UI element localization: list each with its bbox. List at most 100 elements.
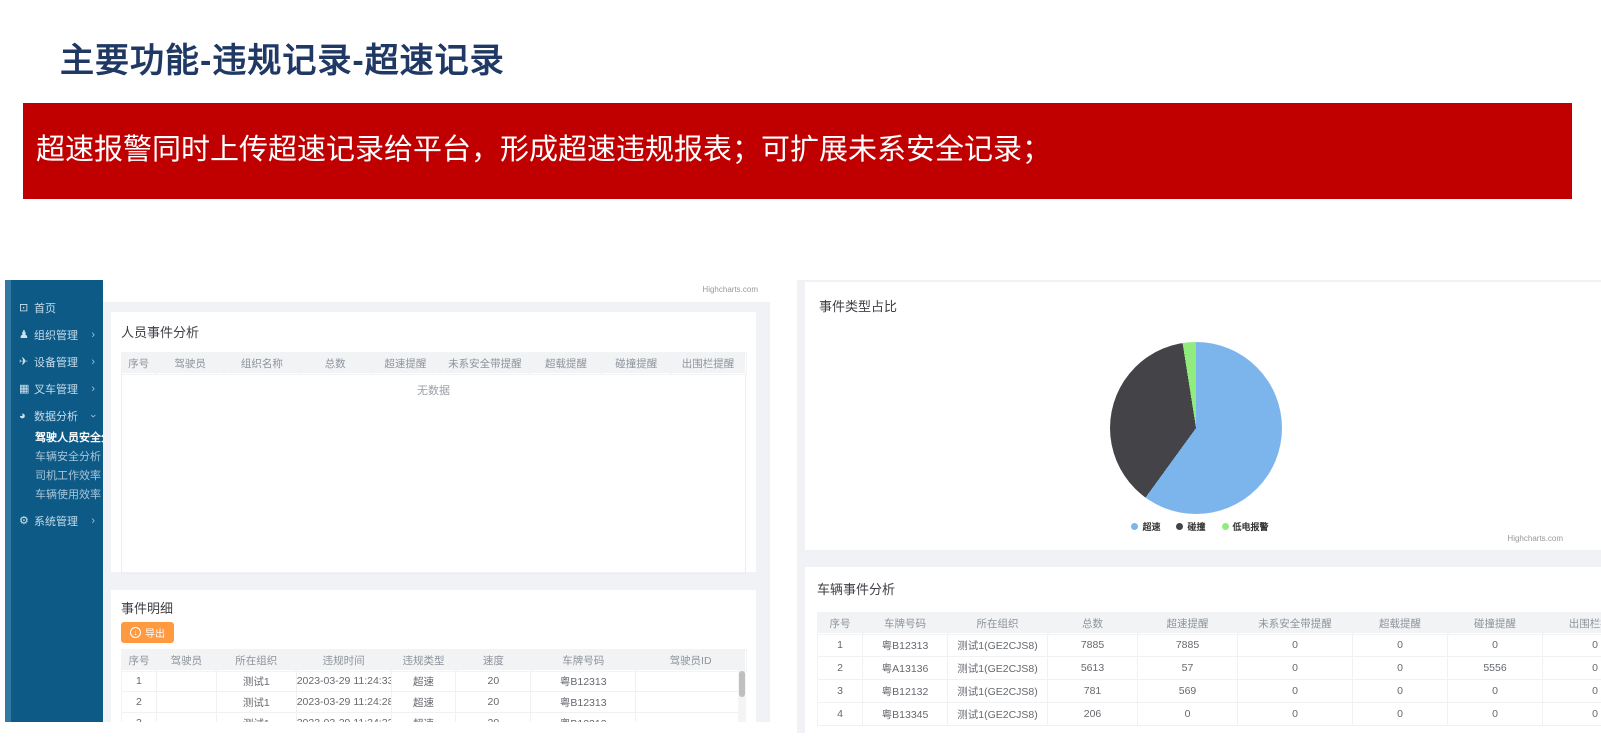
table-row: 1测试12023-03-29 11:24:33超速20粤B12313 [122,671,746,692]
table-cell: 20 [456,713,531,723]
legend-item[interactable]: 超速 [1131,520,1160,533]
table-cell: 0 [1138,703,1238,726]
column-header: 驾驶员ID [636,650,746,671]
sidebar-item-label: 数据分析 [34,408,91,424]
table-cell [636,671,746,692]
table-cell: 超速 [391,692,456,713]
sidebar-subitem-driver-efficiency[interactable]: 司机工作效率 [11,467,103,486]
legend-label: 碰撞 [1187,520,1205,533]
table-cell: 206 [1048,703,1138,726]
table-cell: 0 [1238,657,1353,680]
sidebar-item-data-analysis[interactable]: ◕ 数据分析 › [11,402,103,429]
sidebar-subitem-vehicle-usage[interactable]: 车辆使用效率 [11,486,103,505]
table-cell: 0 [1448,703,1543,726]
event-type-pie-card: 事件类型占比 超速碰撞低电报警 Highcharts.com [805,282,1601,550]
vertical-scrollbar[interactable] [738,670,746,722]
table-cell: 0 [1353,680,1448,703]
column-header: 驾驶员 [156,353,225,374]
event-detail-table-wrap: 序号驾驶员所在组织违规时间违规类型速度车牌号码驾驶员ID 1测试12023-03… [121,649,746,722]
sidebar-item-home[interactable]: ⊡ 首页 [11,294,103,321]
table-cell [156,671,216,692]
pie-chart-icon: ◕ [19,410,34,422]
people-icon: ♟ [19,328,34,341]
column-header: 序号 [122,353,156,374]
table-cell: 781 [1048,680,1138,703]
table-cell: 测试1(GE2CJS8) [948,657,1048,680]
highcharts-credit-link[interactable]: Highcharts.com [1507,534,1563,543]
table-cell: 20 [456,692,531,713]
left-screenshot: ⊡ 首页 ♟ 组织管理 › ✈ 设备管理 › ▦ 叉车管理 › ◕ 数据分析 › [5,280,770,722]
event-detail-card: 事件明细 ↓ 导出 序号驾驶员所在组织违规时间违规类型速度车牌号码驾驶员ID 1… [111,590,756,722]
card-title: 事件明细 [121,598,746,617]
column-header: 车牌号码 [531,650,636,671]
left-content: Highcharts.com 人员事件分析 序号驾驶员组织名称总数超速提醒未系安… [103,280,770,722]
table-cell: 569 [1138,680,1238,703]
sidebar-item-organization[interactable]: ♟ 组织管理 › [11,321,103,348]
table-cell: 2023-03-29 11:24:33 [296,671,391,692]
table-cell: 0 [1238,634,1353,657]
table-cell: 5556 [1448,657,1543,680]
table-row: 4粤B13345测试1(GE2CJS8)20600000 [818,703,1601,726]
event-detail-table-body: 1测试12023-03-29 11:24:33超速20粤B123132测试120… [122,671,746,723]
chevron-right-icon: › [91,515,95,527]
legend-dot [1176,523,1183,530]
column-header: 超载提醒 [530,353,602,374]
vehicle-analysis-table-body: 1粤B12313测试1(GE2CJS8)7885788500002粤A13136… [818,634,1601,726]
event-detail-table: 序号驾驶员所在组织违规时间违规类型速度车牌号码驾驶员ID 1测试12023-03… [121,649,746,722]
table-cell: 7885 [1138,634,1238,657]
column-header: 违规类型 [391,650,456,671]
table-header-row: 序号驾驶员组织名称总数超速提醒未系安全带提醒超载提醒碰撞提醒出围栏提醒 [122,353,746,374]
export-button[interactable]: ↓ 导出 [121,622,174,643]
legend-label: 超速 [1142,520,1160,533]
table-cell: 测试1(GE2CJS8) [948,680,1048,703]
empty-table-body: 无数据 [121,374,746,574]
table-cell: 0 [1353,634,1448,657]
monitor-icon: ⊡ [19,301,34,314]
sidebar-item-system[interactable]: ⚙ 系统管理 › [11,507,103,534]
column-header: 组织名称 [224,353,299,374]
table-header-row: 序号车牌号码所在组织总数超速提醒未系安全带提醒超载提醒碰撞提醒出围栏提醒 [818,613,1601,634]
sidebar-subitem-driver-safety[interactable]: 驾驶人员安全分析 [11,429,103,448]
vehicle-analysis-table: 序号车牌号码所在组织总数超速提醒未系安全带提醒超载提醒碰撞提醒出围栏提醒 1粤B… [817,612,1601,726]
table-cell: 测试1(GE2CJS8) [948,634,1048,657]
page-title: 主要功能-违规记录-超速记录 [60,33,505,82]
pie-chart[interactable] [1110,342,1282,514]
chevron-down-icon: › [87,414,99,418]
table-cell [636,692,746,713]
table-cell: 超速 [391,671,456,692]
table-cell: 粤B12313 [863,634,948,657]
sidebar-item-label: 设备管理 [34,354,91,370]
table-row: 3测试12023-03-29 11:24:23超速20粤B12313 [122,713,746,723]
table-row: 3粤B12132测试1(GE2CJS8)7815690000 [818,680,1601,703]
no-data-text: 无数据 [122,382,745,398]
column-header: 超载提醒 [1353,613,1448,634]
card-title: 人员事件分析 [121,322,746,341]
sidebar-item-devices[interactable]: ✈ 设备管理 › [11,348,103,375]
highcharts-credit-link[interactable]: Highcharts.com [702,285,758,294]
column-header: 序号 [818,613,863,634]
sidebar-item-label: 组织管理 [34,327,91,343]
right-screenshot: 事件类型占比 超速碰撞低电报警 Highcharts.com 车辆事件分析 序号… [797,280,1601,733]
table-cell: 7885 [1048,634,1138,657]
chart-bottom-strip: Highcharts.com [103,280,770,302]
table-cell: 20 [456,671,531,692]
scrollbar-thumb[interactable] [739,671,745,697]
legend-item[interactable]: 低电报警 [1222,520,1269,533]
table-cell: 超速 [391,713,456,723]
sidebar-subitem-vehicle-safety[interactable]: 车辆安全分析 [11,448,103,467]
table-header-row: 序号驾驶员所在组织违规时间违规类型速度车牌号码驾驶员ID [122,650,746,671]
table-cell: 粤A13136 [863,657,948,680]
column-header: 超速提醒 [1138,613,1238,634]
column-header: 总数 [299,353,371,374]
table-cell: 3 [122,713,157,723]
table-cell: 0 [1238,703,1353,726]
legend-item[interactable]: 碰撞 [1176,520,1205,533]
table-cell: 2 [818,657,863,680]
column-header: 驾驶员 [156,650,216,671]
table-cell: 1 [122,671,157,692]
banner: 超速报警同时上传超速记录给平台，形成超速违规报表；可扩展未系安全记录； [23,103,1572,199]
table-cell: 0 [1238,680,1353,703]
sidebar-item-forklift[interactable]: ▦ 叉车管理 › [11,375,103,402]
table-cell: 2023-03-29 11:24:23 [296,713,391,723]
column-header: 未系安全带提醒 [440,353,530,374]
